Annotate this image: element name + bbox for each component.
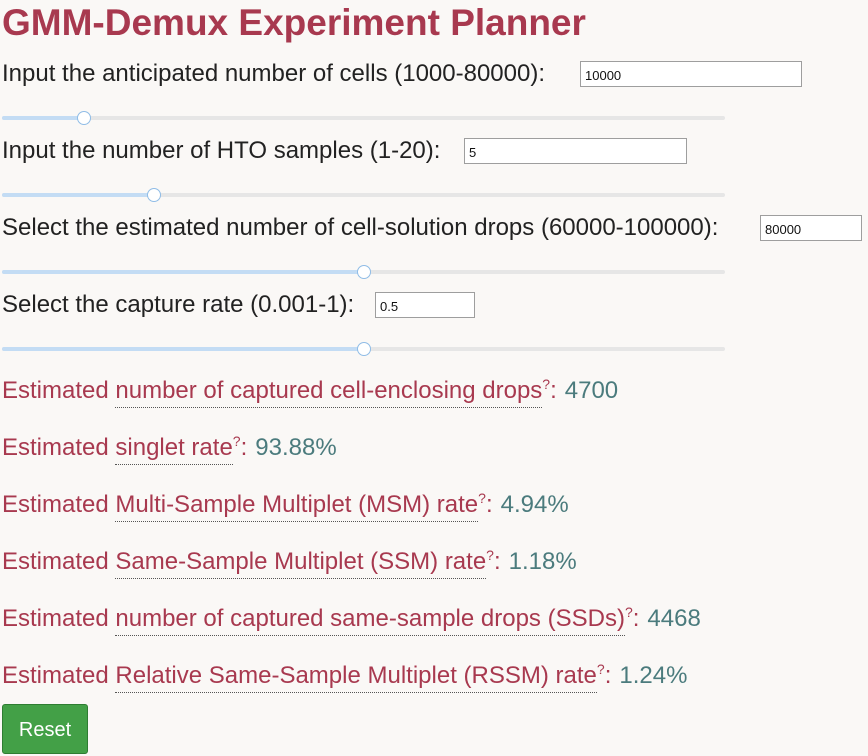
result-colon: : xyxy=(493,548,501,575)
capture-rate-slider-fill xyxy=(2,347,364,351)
singlet-rate-term[interactable]: singlet rate xyxy=(115,434,233,465)
help-marker[interactable]: ? xyxy=(625,604,633,620)
page-title: GMM-Demux Experiment Planner xyxy=(2,2,586,43)
drops-slider-thumb[interactable] xyxy=(356,265,371,279)
captured-drops-term[interactable]: number of captured cell-enclosing drops xyxy=(115,377,543,408)
hto-input[interactable]: 5 xyxy=(464,138,687,164)
msm-rate-term[interactable]: Multi-Sample Multiplet (MSM) rate xyxy=(115,491,479,522)
cells-slider-fill xyxy=(2,116,85,120)
result-prefix: Estimated xyxy=(2,434,116,461)
result-ssd-count: Estimated number of captured same-sample… xyxy=(2,604,701,636)
hto-label: Input the number of HTO samples (1-20): xyxy=(2,137,441,164)
help-marker[interactable]: ? xyxy=(478,490,486,506)
drops-slider[interactable] xyxy=(2,265,725,279)
result-prefix: Estimated xyxy=(2,377,116,404)
drops-input[interactable]: 80000 xyxy=(760,215,862,241)
rssm-rate-term[interactable]: Relative Same-Sample Multiplet (RSSM) ra… xyxy=(115,662,597,693)
captured-drops-value: 4700 xyxy=(564,377,619,404)
hto-slider[interactable] xyxy=(2,188,725,202)
help-marker[interactable]: ? xyxy=(542,376,550,392)
ssm-rate-value: 1.18% xyxy=(508,548,577,575)
help-marker[interactable]: ? xyxy=(233,433,241,449)
result-colon: : xyxy=(632,605,640,632)
capture-rate-input[interactable]: 0.5 xyxy=(375,292,475,318)
hto-slider-fill xyxy=(2,193,154,197)
result-rssm-rate: Estimated Relative Same-Sample Multiplet… xyxy=(2,661,688,693)
result-captured-drops: Estimated number of captured cell-enclos… xyxy=(2,376,619,408)
rssm-rate-value: 1.24% xyxy=(619,662,688,689)
help-marker[interactable]: ? xyxy=(597,661,605,677)
capture-rate-slider[interactable] xyxy=(2,342,725,356)
result-msm-rate: Estimated Multi-Sample Multiplet (MSM) r… xyxy=(2,490,569,522)
singlet-rate-value: 93.88% xyxy=(255,434,337,461)
reset-button[interactable]: Reset xyxy=(2,704,88,754)
hto-slider-thumb[interactable] xyxy=(146,188,161,202)
result-prefix: Estimated xyxy=(2,605,116,632)
cells-input[interactable]: 10000 xyxy=(580,61,802,87)
cells-slider[interactable] xyxy=(2,111,725,125)
result-ssm-rate: Estimated Same-Sample Multiplet (SSM) ra… xyxy=(2,547,577,579)
cells-slider-thumb[interactable] xyxy=(77,111,92,125)
help-marker[interactable]: ? xyxy=(486,547,494,563)
capture-rate-slider-thumb[interactable] xyxy=(356,342,371,356)
cells-label: Input the anticipated number of cells (1… xyxy=(2,60,546,87)
result-prefix: Estimated xyxy=(2,548,116,575)
result-colon: : xyxy=(485,491,493,518)
result-prefix: Estimated xyxy=(2,662,116,689)
result-colon: : xyxy=(240,434,248,461)
result-singlet-rate: Estimated singlet rate?: 93.88% xyxy=(2,433,337,465)
result-colon: : xyxy=(550,377,557,404)
msm-rate-value: 4.94% xyxy=(500,491,569,518)
drops-label: Select the estimated number of cell-solu… xyxy=(2,214,719,241)
capture-rate-label: Select the capture rate (0.001-1): xyxy=(2,291,355,318)
result-prefix: Estimated xyxy=(2,491,116,518)
cells-slider-track xyxy=(2,116,725,120)
ssm-rate-term[interactable]: Same-Sample Multiplet (SSM) rate xyxy=(115,548,487,579)
ssd-count-term[interactable]: number of captured same-sample drops (SS… xyxy=(115,605,625,636)
ssd-count-value: 4468 xyxy=(647,605,701,632)
drops-slider-fill xyxy=(2,270,364,274)
result-colon: : xyxy=(604,662,612,689)
